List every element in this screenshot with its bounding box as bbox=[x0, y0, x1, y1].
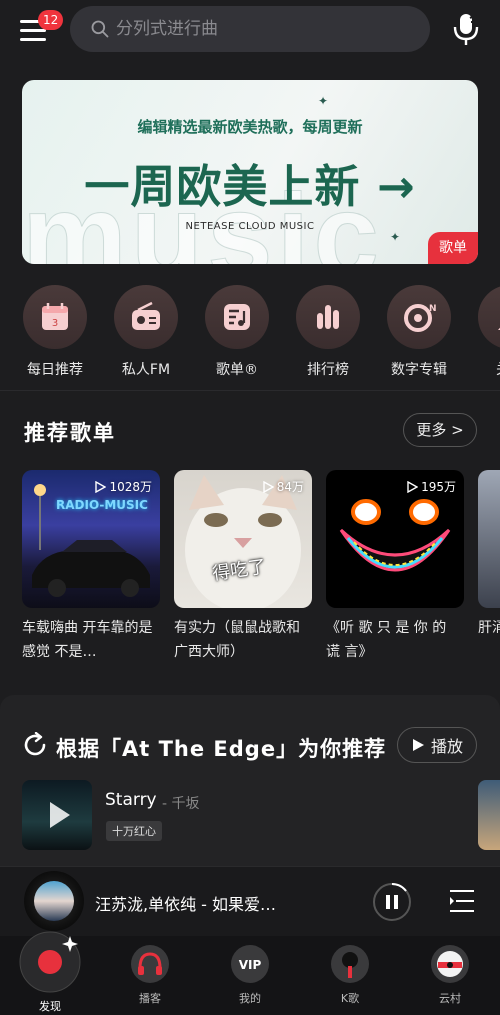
song-tag: 十万红心 bbox=[106, 821, 162, 841]
nav-karaoke[interactable]: K歌 bbox=[310, 936, 390, 1006]
playlist-cover: 得吃了 84万 bbox=[174, 470, 312, 608]
vinyl-icon bbox=[431, 945, 469, 983]
promo-banner[interactable]: music ✦ ✦ 编辑精选最新欧美热歌，每周更新 一周欧美上新 → NETEA… bbox=[22, 80, 478, 264]
play-all-label: 播放 bbox=[430, 737, 463, 756]
radio-icon bbox=[132, 301, 160, 330]
quick-fm[interactable]: 私人FM bbox=[101, 285, 191, 379]
svg-text:3: 3 bbox=[52, 318, 58, 329]
nav-label: 我的 bbox=[239, 992, 261, 1005]
song-cover-partial[interactable] bbox=[478, 780, 500, 850]
play-icon bbox=[95, 480, 107, 493]
podcast-icon bbox=[131, 945, 169, 983]
banner-title: 一周欧美上新 → bbox=[84, 160, 416, 213]
playlist-card[interactable]: 得吃了 84万 有实力（鼠鼠战歌和广西大师） bbox=[174, 470, 312, 664]
play-icon bbox=[407, 480, 419, 493]
more-button[interactable]: 更多 > bbox=[403, 413, 477, 447]
banner-brand: NETEASE CLOUD MUSIC bbox=[185, 221, 315, 232]
playlist-name: 《听 歌 只 是 你 的 谎 言》 bbox=[326, 620, 447, 660]
nav-label: 播客 bbox=[139, 992, 161, 1005]
divider bbox=[0, 390, 500, 391]
nav-label: K歌 bbox=[340, 992, 360, 1005]
refresh-icon[interactable] bbox=[22, 732, 48, 758]
voice-search-icon[interactable] bbox=[450, 12, 482, 46]
quick-label: 私人FM bbox=[121, 362, 171, 378]
play-all-button[interactable]: 播放 bbox=[397, 727, 477, 763]
banner-subtitle: 编辑精选最新欧美热歌，每周更新 bbox=[137, 118, 363, 136]
quick-follow[interactable]: 关注 bbox=[465, 285, 500, 379]
pause-icon[interactable] bbox=[372, 882, 412, 922]
playlist-card[interactable]: 195万 《听 歌 只 是 你 的 谎 言》 bbox=[326, 470, 464, 664]
search-input[interactable] bbox=[116, 19, 406, 39]
record-icon bbox=[19, 931, 81, 993]
section-title-playlists: 推荐歌单 bbox=[24, 421, 116, 445]
banner-tag: 歌单 bbox=[428, 232, 478, 264]
quick-label: 每日推荐 bbox=[27, 362, 83, 378]
search-bar[interactable] bbox=[70, 6, 430, 52]
nav-podcast[interactable]: 播客 bbox=[110, 936, 190, 1006]
calendar-icon: 3 bbox=[42, 303, 68, 330]
playlist-queue-icon[interactable] bbox=[448, 887, 476, 915]
nav-discover[interactable]: 发现 bbox=[10, 931, 90, 1014]
svg-text:N: N bbox=[429, 304, 437, 314]
playlist-card[interactable]: RADIO-MUSIC 1028万 车载嗨曲 开车靠的是感觉 不是… bbox=[22, 470, 160, 664]
quick-album[interactable]: N 数字专辑 bbox=[374, 285, 464, 379]
playlist-icon bbox=[224, 304, 250, 330]
song-title: Starry bbox=[105, 790, 157, 810]
play-icon bbox=[412, 739, 424, 751]
now-playing-title: 汪苏泷,单依纯 - 如果爱… bbox=[95, 895, 277, 914]
play-count-value: 84万 bbox=[276, 480, 304, 494]
mic-icon bbox=[331, 945, 369, 983]
playlist-name: 车载嗨曲 开车靠的是感觉 不是… bbox=[22, 620, 153, 660]
play-count: 84万 bbox=[262, 478, 304, 495]
play-count-value: 195万 bbox=[421, 480, 456, 494]
sparkle-icon: ✦ bbox=[318, 94, 329, 108]
quick-label: 关注 bbox=[465, 359, 500, 379]
top-bar: 12 bbox=[0, 0, 500, 68]
quick-label: 数字专辑 bbox=[391, 362, 447, 378]
quick-playlist[interactable]: 歌单® bbox=[192, 285, 282, 379]
quick-entry-row: 3 每日推荐 私人FM 歌单® 排行榜 N 数字专辑 关注 bbox=[0, 285, 500, 385]
play-overlay-icon bbox=[50, 802, 70, 828]
play-count: 195万 bbox=[406, 478, 456, 495]
mini-player[interactable]: 汪苏泷,单依纯 - 如果爱… bbox=[0, 866, 500, 936]
search-icon bbox=[91, 20, 109, 38]
song-artist: - 千坂 bbox=[162, 796, 200, 812]
bottom-nav: 发现 播客 VIP 我的 K歌 云村 bbox=[0, 931, 500, 1015]
album-icon: N bbox=[404, 304, 437, 332]
playlist-cover: RADIO-MUSIC 1028万 bbox=[22, 470, 160, 608]
cover-text: RADIO-MUSIC bbox=[56, 498, 148, 512]
play-count: 1028万 bbox=[94, 478, 152, 495]
now-playing-disc[interactable] bbox=[24, 871, 84, 931]
chart-icon bbox=[317, 305, 339, 329]
notification-badge: 12 bbox=[38, 10, 64, 30]
playlist-cover: 195万 bbox=[326, 470, 464, 608]
quick-daily[interactable]: 3 每日推荐 bbox=[10, 285, 100, 379]
now-playing-cover bbox=[34, 881, 74, 921]
play-icon bbox=[263, 480, 274, 493]
sparkle-icon: ✦ bbox=[390, 230, 401, 244]
playlist-cover bbox=[478, 470, 500, 608]
nav-label: 云村 bbox=[439, 992, 461, 1005]
follow-icon bbox=[498, 327, 500, 330]
nav-label: 发现 bbox=[39, 1000, 61, 1013]
quick-charts[interactable]: 排行榜 bbox=[283, 285, 373, 379]
section-title-personal: 根据「At The Edge」为你推荐 bbox=[56, 737, 387, 761]
nav-community[interactable]: 云村 bbox=[410, 936, 490, 1006]
vip-icon: VIP bbox=[231, 945, 269, 983]
quick-label: 歌单® bbox=[216, 362, 258, 378]
playlist-card[interactable]: 肝涌作业 bbox=[478, 470, 500, 664]
nav-mine[interactable]: VIP 我的 bbox=[210, 936, 290, 1006]
playlist-name: 肝涌作业 bbox=[478, 620, 500, 636]
quick-label: 排行榜 bbox=[307, 362, 349, 378]
svg-text:VIP: VIP bbox=[239, 958, 262, 972]
playlist-name: 有实力（鼠鼠战歌和广西大师） bbox=[174, 620, 300, 660]
play-count-value: 1028万 bbox=[109, 480, 152, 494]
song-cover[interactable] bbox=[22, 780, 92, 850]
